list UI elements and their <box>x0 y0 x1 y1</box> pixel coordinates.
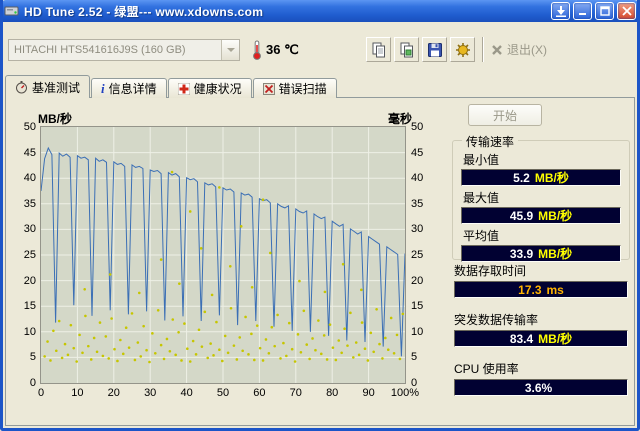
y-axis-right-ticks: 50 45 40 35 30 25 20 15 10 5 0 <box>411 121 424 389</box>
maximize-icon <box>599 6 610 16</box>
start-button[interactable]: 开始 <box>468 104 542 126</box>
stat-label-burst-rate: 突发数据传输率 <box>454 313 539 327</box>
copy-image-icon <box>400 42 413 57</box>
tab-error-scan[interactable]: 错误扫描 <box>252 78 337 98</box>
toolbar: HITACHI HTS541616J9S (160 GB) 36 ℃ 退出(X) <box>0 22 640 76</box>
tab-label: 健康状况 <box>193 82 242 96</box>
stat-value-max: 45.9 MB/秒 <box>461 207 621 224</box>
copy-icon <box>372 42 385 57</box>
titlebar[interactable]: HD Tune 2.52 - 绿盟--- www.xdowns.com <box>0 0 640 22</box>
tab-info[interactable]: i 信息详情 <box>91 78 167 98</box>
app-icon <box>4 4 19 18</box>
minimize-button[interactable] <box>573 2 592 20</box>
info-icon: i <box>101 80 105 96</box>
error-scan-icon <box>262 82 275 95</box>
y-axis-left-ticks: 50 45 40 35 30 25 20 15 10 5 0 <box>23 121 36 389</box>
copy-text-button[interactable] <box>366 37 391 62</box>
maximize-button[interactable] <box>595 2 614 20</box>
window-title: HD Tune 2.52 - 绿盟--- www.xdowns.com <box>24 4 264 19</box>
minimize-icon <box>578 13 586 15</box>
copy-image-button[interactable] <box>394 37 419 62</box>
tab-label: 基准测试 <box>32 81 81 95</box>
chevron-down-icon <box>226 48 235 52</box>
save-screenshot-button[interactable] <box>422 37 447 62</box>
close-button[interactable] <box>617 2 636 20</box>
drive-select-arrow[interactable] <box>221 40 239 60</box>
stat-value-min: 5.2 MB/秒 <box>461 169 621 186</box>
benchmark-stopwatch-icon <box>16 81 27 94</box>
exit-label: 退出(X) <box>507 43 547 57</box>
tab-label: 错误扫描 <box>278 82 327 96</box>
exit-icon <box>492 44 502 55</box>
tab-bar: 基准测试 i 信息详情 健康状况 错误扫描 <box>5 75 337 98</box>
stat-value-avg: 33.9 MB/秒 <box>461 245 621 262</box>
drive-select[interactable]: HITACHI HTS541616J9S (160 GB) <box>8 39 240 61</box>
drive-select-value: HITACHI HTS541616J9S (160 GB) <box>14 44 186 56</box>
right-axis-title: 毫秒 <box>388 112 413 126</box>
close-icon <box>621 6 632 16</box>
options-gear-icon <box>455 42 470 57</box>
tab-health[interactable]: 健康状况 <box>167 78 252 98</box>
temperature-value: 36 ℃ <box>266 42 299 57</box>
stat-label-max: 最大值 <box>463 191 500 205</box>
thermometer-icon <box>253 40 261 60</box>
temperature-display: 36 ℃ <box>252 39 299 61</box>
download-icon <box>555 5 566 17</box>
exit-button[interactable]: 退出(X) <box>491 37 547 62</box>
x-axis-ticks: 0 10 20 30 40 50 60 70 80 90 100% <box>37 387 420 399</box>
stat-label-cpu-usage: CPU 使用率 <box>454 362 519 376</box>
hd-tune-window: HD Tune 2.52 - 绿盟--- www.xdowns.com HITA… <box>0 0 640 431</box>
stat-label-access-time: 数据存取时间 <box>454 264 527 278</box>
download-button[interactable] <box>551 2 570 20</box>
health-cross-icon <box>177 82 190 95</box>
transfer-rate-group-title: 传输速率 <box>462 133 519 150</box>
benchmark-chart <box>40 126 406 384</box>
tab-benchmark[interactable]: 基准测试 <box>5 75 91 98</box>
transfer-rate-group: 传输速率 最小值 5.2 MB/秒 最大值 45.9 MB/秒 平均值 33.9 MB… <box>452 133 630 262</box>
left-axis-title: MB/秒 <box>38 112 72 126</box>
extra-stats: 数据存取时间 17.3 ms 突发数据传输率 83.4 MB/秒 CPU 使用率 3… <box>452 262 630 409</box>
save-icon <box>427 42 442 57</box>
tab-label: 信息详情 <box>108 82 157 96</box>
stat-value-cpu-usage: 3.6% <box>454 379 628 396</box>
stat-value-burst-rate: 83.4 MB/秒 <box>454 330 628 347</box>
chart-plot-area <box>41 127 405 383</box>
toolbar-buttons <box>366 37 475 62</box>
options-button[interactable] <box>450 37 475 62</box>
stat-label-avg: 平均值 <box>463 229 500 243</box>
stat-label-min: 最小值 <box>463 153 500 167</box>
toolbar-separator <box>482 37 484 62</box>
stat-value-access-time: 17.3 ms <box>454 281 628 298</box>
